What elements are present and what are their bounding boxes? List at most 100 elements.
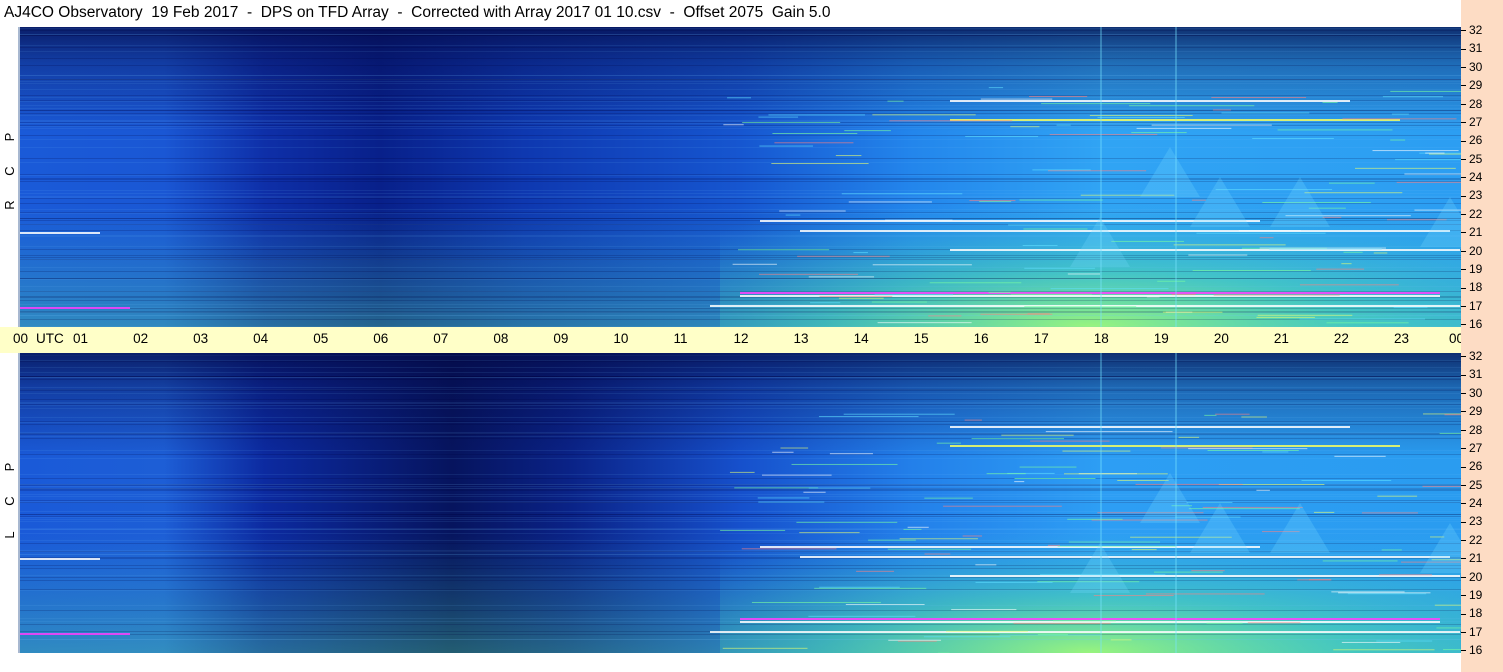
signal-speckle [1067,518,1123,520]
signal-speckle [808,487,871,489]
signal-speckle [1037,633,1068,635]
noise-line [20,399,1461,400]
signal-speckle [742,121,841,123]
frequency-tick-text: 23 [1469,188,1483,203]
signal-speckle [951,609,1017,611]
signal-speckle [1173,244,1286,246]
signal-speckle [1316,268,1365,270]
signal-speckle [1221,112,1310,114]
frequency-tick-label: 23 [1461,514,1482,528]
noise-line [20,367,1461,368]
signal-speckle [1204,414,1217,416]
time-tick-label: 23 [1393,331,1409,346]
noise-line [20,501,1461,502]
signal-speckle [791,463,898,465]
signal-speckle [848,201,932,203]
noise-line [20,108,1461,109]
signal-speckle [1328,182,1375,184]
frequency-tick-mark [1461,356,1466,358]
noise-line [20,123,1461,124]
signal-speckle [729,471,755,473]
noise-line [20,558,1461,559]
signal-speckle [975,581,1053,583]
noise-line [20,486,1461,487]
noise-line [20,434,1461,435]
signal-speckle [1238,230,1301,232]
noise-line [20,377,1461,378]
rcp-label: P C R [0,120,20,222]
signal-speckle [1269,248,1382,250]
noise-line [20,568,1461,569]
noise-line [20,577,1461,578]
noise-line [20,312,1461,313]
signal-speckle [1131,549,1157,551]
signal-speckle [1277,129,1393,131]
signal-speckle [1008,224,1104,226]
signal-speckle [1334,455,1386,457]
frequency-tick-label: 26 [1461,133,1482,147]
signal-speckle [757,497,810,499]
signal-speckle [980,98,1053,100]
signal-speckle [768,114,866,116]
signal-speckle [1188,508,1300,510]
signal-speckle [856,570,895,572]
time-tick-label: 14 [853,331,869,346]
frequency-tick-text: 20 [1469,569,1483,584]
signal-speckle [1434,604,1461,606]
noise-line [20,438,1461,439]
signal-band [740,618,1440,620]
noise-line [20,147,1461,148]
spectrogram-lcp-svg [20,353,1461,653]
signal-speckle [844,130,891,132]
time-tick-label: 04 [253,331,269,346]
signal-speckle [1428,153,1461,155]
frequency-tick-mark [1461,305,1466,307]
signal-speckle [887,548,972,550]
frequency-tick-text: 31 [1469,367,1483,382]
noise-line [20,209,1461,210]
time-tick-label: 22 [1333,331,1349,346]
signal-speckle [1056,124,1071,126]
signal-speckle [1354,167,1456,169]
signal-speckle [1436,627,1461,629]
noise-line [20,271,1461,272]
signal-speckle [1186,501,1233,503]
signal-speckle [1215,413,1250,415]
signal-speckle [1013,622,1111,624]
signal-speckle [1022,245,1058,247]
frequency-tick-mark [1461,85,1466,87]
time-tick-label: 20 [1213,331,1229,346]
signal-speckle [1153,571,1223,573]
signal-speckle [1341,263,1352,265]
noise-line [20,422,1461,423]
signal-speckle [1047,170,1147,172]
signal-speckle [732,263,777,265]
time-tick-label: 15 [913,331,929,346]
frequency-tick-label: 27 [1461,441,1482,455]
signal-speckle [1057,545,1176,547]
frequency-tick-text: 32 [1469,23,1483,37]
signal-speckle [771,163,869,165]
noise-line [20,634,1461,635]
noise-line [20,81,1461,82]
time-tick-label: 11 [673,331,688,346]
signal-speckle [1439,432,1461,434]
signal-speckle [1136,127,1232,129]
noise-line [20,404,1461,405]
signal-speckle [1146,296,1160,298]
signal-speckle [1256,489,1270,491]
frequency-tick-mark [1461,540,1466,542]
signal-speckle [1145,593,1265,595]
signal-speckle [899,538,978,540]
signal-band [760,220,1260,222]
time-tick-label: 08 [493,331,509,346]
signal-speckle [1213,294,1340,296]
frequency-tick-text: 25 [1469,151,1483,166]
noise-line [20,47,1461,48]
time-tick-label: 16 [973,331,989,346]
signal-speckle [1191,199,1206,201]
signal-speckle [1395,159,1461,161]
signal-speckle [1206,622,1243,624]
noise-line [20,421,1461,422]
signal-speckle [808,276,875,278]
